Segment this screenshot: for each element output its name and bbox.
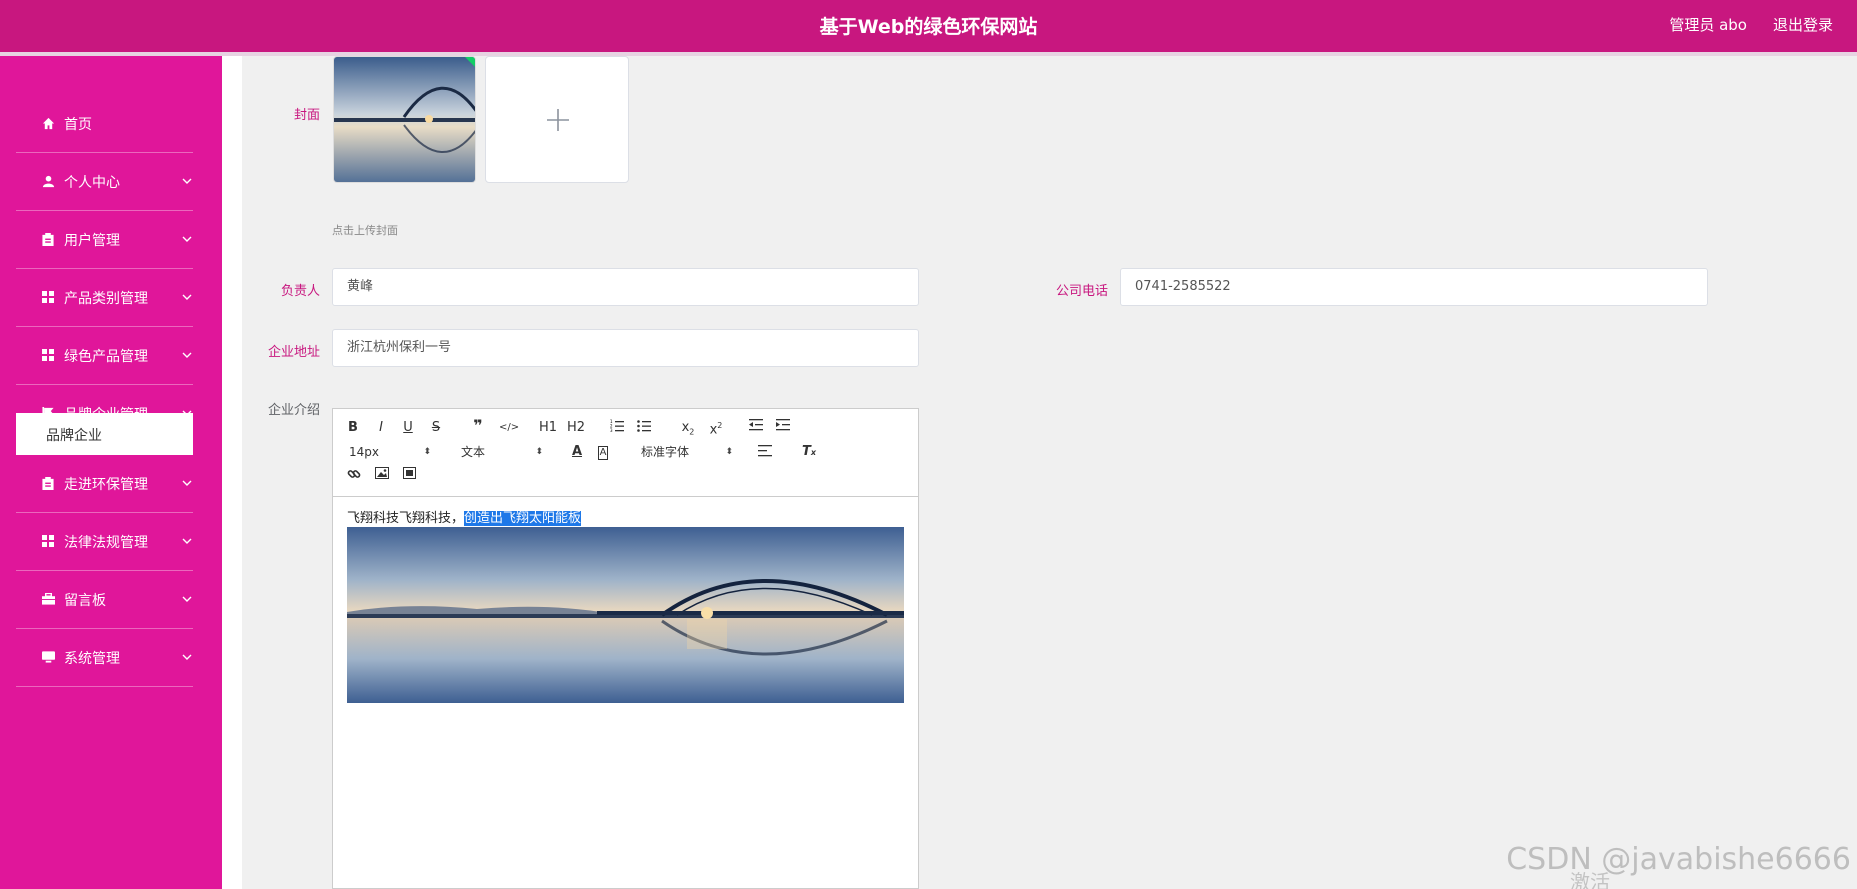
underline-icon[interactable]: U — [402, 419, 414, 437]
content-gutter — [222, 56, 242, 889]
upload-cover-button[interactable] — [485, 56, 629, 183]
block-type-value: 文本 — [461, 445, 486, 459]
video-icon[interactable] — [402, 467, 416, 485]
sidebar-item-label: 绿色产品管理 — [64, 349, 148, 365]
select-caret-icon: ⬍ — [725, 447, 733, 457]
plus-icon — [547, 109, 569, 131]
briefcase-icon — [41, 592, 55, 606]
sidebar-item-laws[interactable]: 法律法规管理 — [16, 513, 193, 571]
font-size-select[interactable]: 14px ⬍ — [349, 443, 431, 461]
grid-icon — [41, 348, 55, 362]
logout-button[interactable]: 退出登录 — [1773, 14, 1833, 35]
cover-label: 封面 — [293, 108, 320, 123]
select-caret-icon: ⬍ — [535, 447, 543, 457]
sidebar-item-label: 个人中心 — [64, 175, 120, 191]
sidebar-item-personal[interactable]: 个人中心 — [16, 153, 193, 211]
sidebar-item-message-board[interactable]: 留言板 — [16, 571, 193, 629]
sidebar: 首页 个人中心 用户管理 产品类别管理 绿色产品管理 品牌企业管理 — [0, 56, 222, 889]
blockquote-icon[interactable]: ❞ — [471, 417, 485, 435]
sidebar-item-environment[interactable]: 走进环保管理 — [16, 455, 193, 513]
ordered-list-icon[interactable]: 123 — [610, 419, 624, 437]
activation-watermark: 激活 — [1570, 870, 1610, 889]
chevron-down-icon — [181, 175, 193, 187]
phone-label: 公司电话 — [1055, 284, 1108, 299]
background-color-icon[interactable]: A — [596, 443, 610, 461]
address-input[interactable]: 浙江杭州保利一号 — [332, 329, 919, 367]
upload-success-badge — [465, 57, 475, 67]
sidebar-item-label: 首页 — [64, 117, 92, 133]
csdn-watermark: CSDN @javabishe6666 — [1506, 842, 1851, 877]
chevron-down-icon — [181, 651, 193, 663]
svg-text:3: 3 — [610, 428, 613, 432]
sidebar-item-label: 用户管理 — [64, 233, 120, 249]
home-icon — [41, 116, 55, 130]
bridge-photo-thumbnail — [334, 57, 475, 182]
font-family-select[interactable]: 标准字体 ⬍ — [641, 443, 733, 461]
indent-icon[interactable] — [776, 419, 790, 437]
header-divider — [0, 52, 1857, 56]
align-icon[interactable] — [758, 445, 772, 463]
intro-label: 企业介绍 — [267, 403, 320, 418]
rich-text-editor[interactable]: B I U S ❞ </> H1 H2 123 x2 x2 14px ⬍ 文本 ⬍ … — [332, 408, 919, 889]
current-user: 管理员 abo — [1669, 16, 1747, 34]
sidebar-item-label: 系统管理 — [64, 651, 120, 667]
strikethrough-icon[interactable]: S — [430, 419, 442, 437]
grid-icon — [41, 290, 55, 304]
font-color-icon[interactable]: A — [570, 443, 584, 461]
italic-icon[interactable]: I — [375, 419, 387, 437]
sidebar-item-green-products[interactable]: 绿色产品管理 — [16, 327, 193, 385]
font-family-value: 标准字体 — [641, 445, 690, 459]
sidebar-item-label: 产品类别管理 — [64, 291, 148, 307]
sidebar-item-users[interactable]: 用户管理 — [16, 211, 193, 269]
heading1-icon[interactable]: H1 — [539, 419, 557, 437]
sidebar-item-product-category[interactable]: 产品类别管理 — [16, 269, 193, 327]
select-caret-icon: ⬍ — [423, 447, 431, 457]
editor-text-selected: 创造出飞翔太阳能板 — [464, 511, 582, 526]
chevron-down-icon — [181, 233, 193, 245]
top-header: 基于Web的绿色环保网站 管理员 abo 退出登录 — [0, 0, 1857, 52]
chevron-down-icon — [181, 535, 193, 547]
manager-input[interactable]: 黄峰 — [332, 268, 919, 306]
link-icon[interactable] — [347, 467, 361, 485]
cover-image[interactable] — [333, 56, 476, 183]
clipboard-icon — [41, 476, 55, 490]
editor-text[interactable]: 飞翔科技飞翔科技，创造出飞翔太阳能板 — [347, 507, 907, 526]
manager-label: 负责人 — [280, 284, 320, 299]
sidebar-item-label: 法律法规管理 — [64, 535, 148, 551]
cover-hint: 点击上传封面 — [332, 224, 398, 237]
font-size-value: 14px — [349, 445, 379, 459]
editor-toolbar: B I U S ❞ </> H1 H2 123 x2 x2 14px ⬍ 文本 ⬍ … — [333, 409, 918, 497]
user-icon — [41, 174, 55, 188]
bridge-photo — [347, 527, 904, 703]
block-type-select[interactable]: 文本 ⬍ — [461, 443, 543, 461]
grid-icon — [41, 534, 55, 548]
bullet-list-icon[interactable] — [637, 419, 651, 437]
chevron-down-icon — [181, 291, 193, 303]
code-icon[interactable]: </> — [499, 419, 519, 437]
address-label: 企业地址 — [267, 345, 320, 360]
outdent-icon[interactable] — [749, 419, 763, 437]
chevron-down-icon — [181, 477, 193, 489]
monitor-icon — [41, 650, 55, 664]
clear-format-icon[interactable]: Tx — [801, 443, 817, 461]
sidebar-item-home[interactable]: 首页 — [16, 95, 193, 153]
sidebar-item-label: 走进环保管理 — [64, 477, 148, 493]
sidebar-item-system[interactable]: 系统管理 — [16, 629, 193, 687]
heading2-icon[interactable]: H2 — [567, 419, 585, 437]
phone-input[interactable]: 0741-2585522 — [1120, 268, 1708, 306]
superscript-icon[interactable]: x2 — [707, 417, 725, 437]
subscript-icon[interactable]: x2 — [679, 419, 697, 437]
image-icon[interactable] — [375, 467, 389, 485]
sidebar-subitem-brand-enterprise[interactable]: 品牌企业 — [16, 413, 193, 455]
sidebar-item-label: 留言板 — [64, 593, 106, 609]
clipboard-icon — [41, 232, 55, 246]
chevron-down-icon — [181, 593, 193, 605]
site-title: 基于Web的绿色环保网站 — [819, 16, 1038, 38]
editor-inserted-image[interactable] — [347, 527, 904, 703]
bold-icon[interactable]: B — [347, 419, 359, 437]
editor-text-plain: 飞翔科技飞翔科技， — [347, 511, 465, 526]
chevron-down-icon — [181, 349, 193, 361]
sidebar-subitem-label: 品牌企业 — [46, 428, 102, 444]
